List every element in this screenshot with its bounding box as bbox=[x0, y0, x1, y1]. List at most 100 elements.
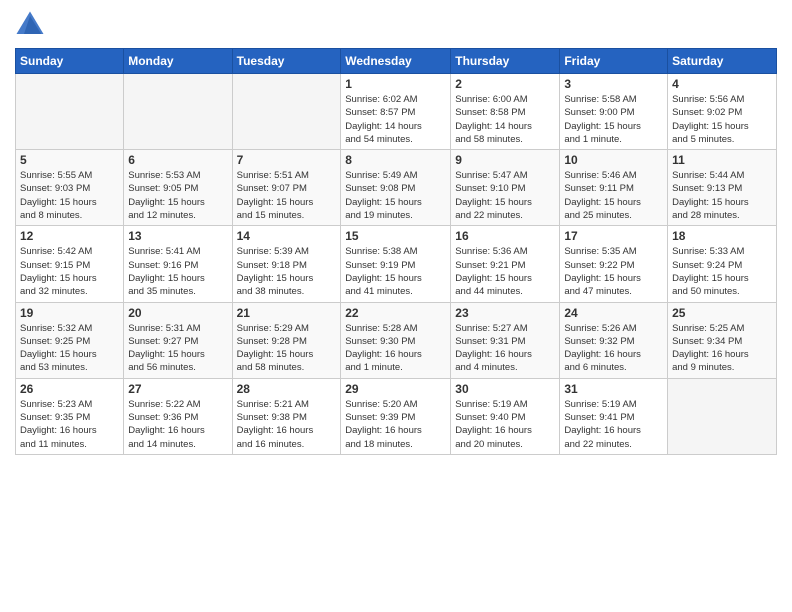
day-number: 13 bbox=[128, 229, 227, 243]
day-number: 10 bbox=[564, 153, 663, 167]
calendar-cell: 2 Sunrise: 6:00 AM Sunset: 8:58 PM Daylig… bbox=[451, 74, 560, 150]
calendar-cell: 23 Sunrise: 5:27 AM Sunset: 9:31 PM Dayli… bbox=[451, 302, 560, 378]
day-number: 12 bbox=[20, 229, 119, 243]
calendar-cell: 6 Sunrise: 5:53 AM Sunset: 9:05 PM Daylig… bbox=[124, 150, 232, 226]
calendar-cell: 11Sunrise: 5:44 AM Sunset: 9:13 PM Dayli… bbox=[668, 150, 777, 226]
day-number: 20 bbox=[128, 306, 227, 320]
day-number: 27 bbox=[128, 382, 227, 396]
day-number: 14 bbox=[237, 229, 337, 243]
day-info: Sunrise: 5:28 AM Sunset: 9:30 PM Dayligh… bbox=[345, 322, 446, 375]
day-number: 8 bbox=[345, 153, 446, 167]
calendar-cell bbox=[16, 74, 124, 150]
day-number: 21 bbox=[237, 306, 337, 320]
day-number: 18 bbox=[672, 229, 772, 243]
day-info: Sunrise: 5:31 AM Sunset: 9:27 PM Dayligh… bbox=[128, 322, 227, 375]
calendar-cell: 14 Sunrise: 5:39 AM Sunset: 9:18 PM Dayli… bbox=[232, 226, 341, 302]
calendar-cell: 22 Sunrise: 5:28 AM Sunset: 9:30 PM Dayli… bbox=[341, 302, 451, 378]
calendar-cell: 16 Sunrise: 5:36 AM Sunset: 9:21 PM Dayli… bbox=[451, 226, 560, 302]
day-number: 5 bbox=[20, 153, 119, 167]
calendar-cell: 21 Sunrise: 5:29 AM Sunset: 9:28 PM Dayli… bbox=[232, 302, 341, 378]
day-info: Sunrise: 5:22 AM Sunset: 9:36 PM Dayligh… bbox=[128, 398, 227, 451]
calendar-cell bbox=[668, 378, 777, 454]
calendar-cell: 5 Sunrise: 5:55 AM Sunset: 9:03 PM Daylig… bbox=[16, 150, 124, 226]
calendar-cell: 8Sunrise: 5:49 AM Sunset: 9:08 PM Daylig… bbox=[341, 150, 451, 226]
calendar-cell: 4Sunrise: 5:56 AM Sunset: 9:02 PM Daylig… bbox=[668, 74, 777, 150]
page: SundayMondayTuesdayWednesdayThursdayFrid… bbox=[0, 0, 792, 465]
calendar-cell bbox=[232, 74, 341, 150]
day-number: 22 bbox=[345, 306, 446, 320]
header bbox=[15, 10, 777, 40]
week-row-3: 19Sunrise: 5:32 AM Sunset: 9:25 PM Dayli… bbox=[16, 302, 777, 378]
week-row-4: 26 Sunrise: 5:23 AM Sunset: 9:35 PM Dayli… bbox=[16, 378, 777, 454]
calendar-cell: 26 Sunrise: 5:23 AM Sunset: 9:35 PM Dayli… bbox=[16, 378, 124, 454]
calendar-cell: 18Sunrise: 5:33 AM Sunset: 9:24 PM Dayli… bbox=[668, 226, 777, 302]
day-number: 25 bbox=[672, 306, 772, 320]
day-info: Sunrise: 5:29 AM Sunset: 9:28 PM Dayligh… bbox=[237, 322, 337, 375]
day-info: Sunrise: 5:23 AM Sunset: 9:35 PM Dayligh… bbox=[20, 398, 119, 451]
weekday-header-saturday: Saturday bbox=[668, 49, 777, 74]
logo-icon bbox=[15, 10, 45, 40]
day-info: Sunrise: 5:53 AM Sunset: 9:05 PM Dayligh… bbox=[128, 169, 227, 222]
week-row-1: 5 Sunrise: 5:55 AM Sunset: 9:03 PM Daylig… bbox=[16, 150, 777, 226]
day-number: 24 bbox=[564, 306, 663, 320]
day-info: Sunrise: 5:46 AM Sunset: 9:11 PM Dayligh… bbox=[564, 169, 663, 222]
calendar-table: SundayMondayTuesdayWednesdayThursdayFrid… bbox=[15, 48, 777, 455]
calendar-cell: 27 Sunrise: 5:22 AM Sunset: 9:36 PM Dayli… bbox=[124, 378, 232, 454]
week-row-0: 1 Sunrise: 6:02 AM Sunset: 8:57 PM Daylig… bbox=[16, 74, 777, 150]
day-info: Sunrise: 5:25 AM Sunset: 9:34 PM Dayligh… bbox=[672, 322, 772, 375]
calendar-cell: 29Sunrise: 5:20 AM Sunset: 9:39 PM Dayli… bbox=[341, 378, 451, 454]
day-number: 28 bbox=[237, 382, 337, 396]
day-number: 17 bbox=[564, 229, 663, 243]
calendar-cell: 13 Sunrise: 5:41 AM Sunset: 9:16 PM Dayli… bbox=[124, 226, 232, 302]
weekday-header-sunday: Sunday bbox=[16, 49, 124, 74]
calendar-cell: 30Sunrise: 5:19 AM Sunset: 9:40 PM Dayli… bbox=[451, 378, 560, 454]
day-info: Sunrise: 5:36 AM Sunset: 9:21 PM Dayligh… bbox=[455, 245, 555, 298]
day-info: Sunrise: 5:58 AM Sunset: 9:00 PM Dayligh… bbox=[564, 93, 663, 146]
calendar-cell: 25 Sunrise: 5:25 AM Sunset: 9:34 PM Dayli… bbox=[668, 302, 777, 378]
day-info: Sunrise: 5:47 AM Sunset: 9:10 PM Dayligh… bbox=[455, 169, 555, 222]
day-number: 16 bbox=[455, 229, 555, 243]
weekday-header-wednesday: Wednesday bbox=[341, 49, 451, 74]
day-number: 9 bbox=[455, 153, 555, 167]
day-info: Sunrise: 5:35 AM Sunset: 9:22 PM Dayligh… bbox=[564, 245, 663, 298]
week-row-2: 12 Sunrise: 5:42 AM Sunset: 9:15 PM Dayli… bbox=[16, 226, 777, 302]
day-number: 26 bbox=[20, 382, 119, 396]
weekday-header-thursday: Thursday bbox=[451, 49, 560, 74]
day-info: Sunrise: 6:02 AM Sunset: 8:57 PM Dayligh… bbox=[345, 93, 446, 146]
day-info: Sunrise: 5:19 AM Sunset: 9:41 PM Dayligh… bbox=[564, 398, 663, 451]
day-number: 15 bbox=[345, 229, 446, 243]
day-number: 1 bbox=[345, 77, 446, 91]
day-info: Sunrise: 6:00 AM Sunset: 8:58 PM Dayligh… bbox=[455, 93, 555, 146]
calendar-cell: 31 Sunrise: 5:19 AM Sunset: 9:41 PM Dayli… bbox=[560, 378, 668, 454]
day-info: Sunrise: 5:26 AM Sunset: 9:32 PM Dayligh… bbox=[564, 322, 663, 375]
day-number: 3 bbox=[564, 77, 663, 91]
weekday-header-friday: Friday bbox=[560, 49, 668, 74]
day-number: 7 bbox=[237, 153, 337, 167]
calendar-cell: 15 Sunrise: 5:38 AM Sunset: 9:19 PM Dayli… bbox=[341, 226, 451, 302]
day-info: Sunrise: 5:38 AM Sunset: 9:19 PM Dayligh… bbox=[345, 245, 446, 298]
day-info: Sunrise: 5:21 AM Sunset: 9:38 PM Dayligh… bbox=[237, 398, 337, 451]
day-info: Sunrise: 5:27 AM Sunset: 9:31 PM Dayligh… bbox=[455, 322, 555, 375]
day-number: 23 bbox=[455, 306, 555, 320]
calendar-cell: 9 Sunrise: 5:47 AM Sunset: 9:10 PM Daylig… bbox=[451, 150, 560, 226]
calendar-cell: 17 Sunrise: 5:35 AM Sunset: 9:22 PM Dayli… bbox=[560, 226, 668, 302]
day-number: 31 bbox=[564, 382, 663, 396]
calendar-cell: 20 Sunrise: 5:31 AM Sunset: 9:27 PM Dayli… bbox=[124, 302, 232, 378]
day-number: 11 bbox=[672, 153, 772, 167]
logo bbox=[15, 10, 49, 40]
day-number: 6 bbox=[128, 153, 227, 167]
day-info: Sunrise: 5:55 AM Sunset: 9:03 PM Dayligh… bbox=[20, 169, 119, 222]
calendar-cell bbox=[124, 74, 232, 150]
calendar-cell: 1 Sunrise: 6:02 AM Sunset: 8:57 PM Daylig… bbox=[341, 74, 451, 150]
day-number: 19 bbox=[20, 306, 119, 320]
day-info: Sunrise: 5:42 AM Sunset: 9:15 PM Dayligh… bbox=[20, 245, 119, 298]
calendar-cell: 10 Sunrise: 5:46 AM Sunset: 9:11 PM Dayli… bbox=[560, 150, 668, 226]
calendar-cell: 28 Sunrise: 5:21 AM Sunset: 9:38 PM Dayli… bbox=[232, 378, 341, 454]
calendar-cell: 24 Sunrise: 5:26 AM Sunset: 9:32 PM Dayli… bbox=[560, 302, 668, 378]
day-number: 2 bbox=[455, 77, 555, 91]
day-number: 29 bbox=[345, 382, 446, 396]
day-number: 30 bbox=[455, 382, 555, 396]
day-info: Sunrise: 5:41 AM Sunset: 9:16 PM Dayligh… bbox=[128, 245, 227, 298]
day-info: Sunrise: 5:39 AM Sunset: 9:18 PM Dayligh… bbox=[237, 245, 337, 298]
weekday-header-monday: Monday bbox=[124, 49, 232, 74]
